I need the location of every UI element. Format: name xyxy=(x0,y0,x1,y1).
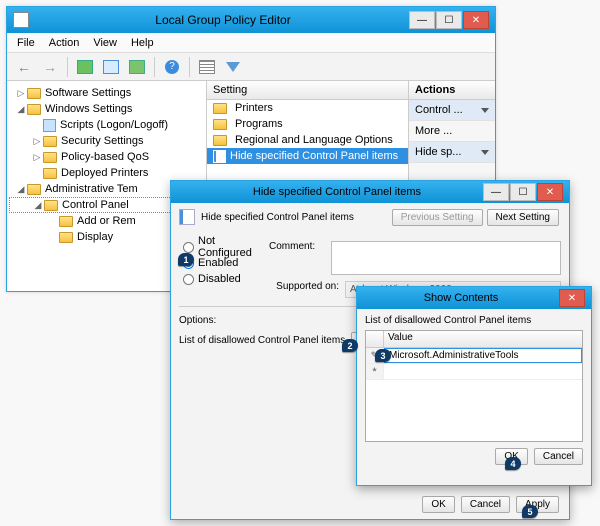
menu-action[interactable]: Action xyxy=(49,37,80,49)
menubar: File Action View Help xyxy=(7,33,495,53)
callout-badge-1: 1 xyxy=(178,253,194,266)
window-buttons: — ☐ ✕ xyxy=(409,11,489,29)
list-item[interactable]: Programs xyxy=(207,116,408,132)
up-icon[interactable] xyxy=(74,56,96,78)
tree-item[interactable]: ▷Software Settings xyxy=(9,85,204,101)
callout-badge-3: 3 xyxy=(375,349,391,362)
minimize-button[interactable]: — xyxy=(409,11,435,29)
forward-button[interactable] xyxy=(39,56,61,78)
policy-icon xyxy=(179,209,195,225)
dialog-heading: Hide specified Control Panel items xyxy=(201,212,354,223)
list-item[interactable]: Regional and Language Options xyxy=(207,132,408,148)
radio-not-configured[interactable]: Not Configured xyxy=(183,239,269,255)
close-button[interactable]: ✕ xyxy=(463,11,489,29)
actions-row[interactable]: Control ... xyxy=(409,100,495,121)
callout-badge-5: 5 xyxy=(522,505,538,518)
window-buttons: — ☐ ✕ xyxy=(483,183,563,201)
folder-icon xyxy=(43,152,57,163)
value-grid[interactable]: Value ✎ Microsoft.AdministrativeTools xyxy=(365,330,583,442)
callout-badge-2: 2 xyxy=(342,339,358,352)
grid-row-new[interactable] xyxy=(366,364,582,380)
list-item[interactable]: Printers xyxy=(207,100,408,116)
comment-textarea[interactable] xyxy=(331,241,561,275)
close-button[interactable]: ✕ xyxy=(537,183,563,201)
toolbar xyxy=(7,53,495,81)
folder-icon xyxy=(213,119,227,130)
minimize-button[interactable]: — xyxy=(483,183,509,201)
window-title: Local Group Policy Editor xyxy=(37,13,409,27)
supported-on-label: Supported on: xyxy=(269,281,339,298)
row-header-column xyxy=(366,331,384,347)
value-cell[interactable]: Microsoft.AdministrativeTools xyxy=(384,348,582,363)
tree-item[interactable]: Scripts (Logon/Logoff) xyxy=(9,117,204,133)
actions-row[interactable]: Hide sp... xyxy=(409,142,495,163)
ok-button[interactable]: OK xyxy=(422,496,454,513)
callout-badge-4: 4 xyxy=(505,457,521,470)
grid-row[interactable]: ✎ Microsoft.AdministrativeTools xyxy=(366,348,582,364)
app-icon xyxy=(177,185,191,199)
folder-icon xyxy=(213,135,227,146)
policy-icon xyxy=(213,150,226,163)
list-label: List of disallowed Control Panel items xyxy=(365,315,583,326)
folder-icon xyxy=(27,104,41,115)
tree-item[interactable]: ▷Policy-based QoS xyxy=(9,149,204,165)
filter-icon[interactable] xyxy=(222,56,244,78)
titlebar[interactable]: Show Contents ✕ xyxy=(357,287,591,309)
dialog-title: Hide specified Control Panel items xyxy=(191,186,483,198)
list-item-selected[interactable]: Hide specified Control Panel items xyxy=(207,148,408,164)
folder-icon xyxy=(27,88,41,99)
script-icon xyxy=(43,119,56,132)
menu-help[interactable]: Help xyxy=(131,37,154,49)
tree-item[interactable]: Deployed Printers xyxy=(9,165,204,181)
back-button[interactable] xyxy=(13,56,35,78)
cancel-button[interactable]: Cancel xyxy=(534,448,583,465)
help-icon[interactable] xyxy=(161,56,183,78)
folder-icon xyxy=(59,216,73,227)
list-icon[interactable] xyxy=(196,56,218,78)
tree-item[interactable]: ◢Windows Settings xyxy=(9,101,204,117)
properties-icon[interactable] xyxy=(100,56,122,78)
radio-disabled[interactable]: Disabled xyxy=(183,271,269,287)
chevron-down-icon xyxy=(481,108,489,113)
actions-row[interactable]: More ... xyxy=(409,121,495,142)
previous-setting-button[interactable]: Previous Setting xyxy=(392,209,483,226)
maximize-button[interactable]: ☐ xyxy=(510,183,536,201)
new-row-icon xyxy=(372,366,376,378)
menu-view[interactable]: View xyxy=(93,37,117,49)
actions-header: Actions xyxy=(409,81,495,100)
chevron-down-icon xyxy=(481,150,489,155)
value-cell-empty[interactable] xyxy=(384,364,582,379)
maximize-button[interactable]: ☐ xyxy=(436,11,462,29)
next-setting-button[interactable]: Next Setting xyxy=(487,209,559,226)
menu-file[interactable]: File xyxy=(17,37,35,49)
cancel-button[interactable]: Cancel xyxy=(461,496,510,513)
folder-icon xyxy=(213,103,227,114)
dialog-title: Show Contents xyxy=(363,292,559,304)
titlebar[interactable]: Hide specified Control Panel items — ☐ ✕ xyxy=(171,181,569,203)
app-icon xyxy=(13,12,29,28)
show-contents-dialog: Show Contents ✕ List of disallowed Contr… xyxy=(356,286,592,486)
close-button[interactable]: ✕ xyxy=(559,289,585,307)
comment-label: Comment: xyxy=(269,241,325,275)
tree-item[interactable]: ▷Security Settings xyxy=(9,133,204,149)
folder-icon xyxy=(43,136,57,147)
column-header-setting[interactable]: Setting xyxy=(207,81,408,100)
titlebar[interactable]: Local Group Policy Editor — ☐ ✕ xyxy=(7,7,495,33)
option-text: List of disallowed Control Panel items xyxy=(179,335,345,346)
state-radio-group: Not Configured Enabled Disabled xyxy=(183,239,269,287)
export-icon[interactable] xyxy=(126,56,148,78)
column-header-value[interactable]: Value xyxy=(384,331,582,347)
folder-icon xyxy=(43,168,57,179)
folder-icon xyxy=(59,232,73,243)
folder-icon xyxy=(27,184,41,195)
folder-icon xyxy=(44,200,58,211)
